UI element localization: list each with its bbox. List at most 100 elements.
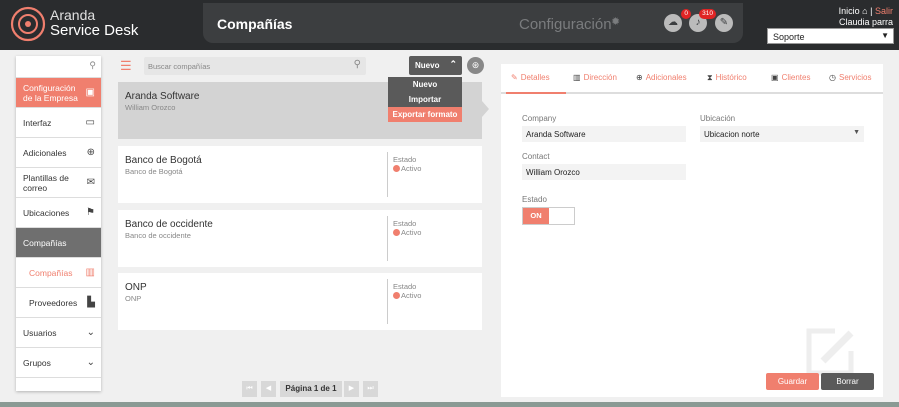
- tab-historico[interactable]: ⧗ Histórico: [707, 73, 747, 83]
- company-contact: Banco de Bogotá: [125, 167, 183, 176]
- user-name: Claudia parra: [838, 17, 893, 27]
- tab-adicionales[interactable]: ⊕ Adicionales: [636, 73, 687, 82]
- sidebar-item-companias[interactable]: Compañías: [16, 228, 101, 258]
- sidebar-subitem-companias[interactable]: Compañías ▥: [16, 258, 101, 288]
- tab-label: Dirección: [583, 73, 617, 82]
- status-dot-icon: [393, 229, 400, 236]
- prev-page-icon[interactable]: ◀: [261, 381, 276, 397]
- status-dot-icon: [393, 165, 400, 172]
- project-select[interactable]: Soporte ▼: [767, 28, 894, 44]
- tab-servicios[interactable]: ◷ Servicios: [829, 73, 871, 82]
- sidebar-item-grupos[interactable]: Grupos ⌄: [16, 348, 101, 378]
- status-text: Activo: [401, 228, 422, 237]
- salir-link[interactable]: Salir: [875, 6, 893, 16]
- cloud-icon[interactable]: ☁ 0: [664, 9, 691, 32]
- sidebar-item-config-empresa[interactable]: Configuración de la Empresa ▣: [16, 78, 101, 108]
- sidebar-item-adicionales[interactable]: Adicionales ⊕: [16, 138, 101, 168]
- new-dropdown-menu: Nuevo Importar Exportar formato: [388, 77, 462, 122]
- sidebar-item-label: Usuarios: [23, 327, 57, 338]
- sidebar-item-interfaz[interactable]: Interfaz ▭: [16, 108, 101, 138]
- dropdown-item-nuevo[interactable]: Nuevo: [388, 77, 462, 92]
- sidebar-item-label: Compañías: [29, 267, 73, 278]
- delete-button[interactable]: Borrar: [821, 373, 874, 390]
- office-building-icon: ▥: [85, 267, 95, 278]
- dropdown-item-exportar[interactable]: Exportar formato: [388, 107, 462, 122]
- globe-icon[interactable]: ⊛: [467, 57, 484, 74]
- new-button[interactable]: Nuevo ⌃: [409, 56, 462, 75]
- chevron-down-icon: ⌄: [86, 357, 95, 368]
- list-item[interactable]: Banco de Bogotá Banco de Bogotá Estado A…: [118, 146, 482, 203]
- tools-icon[interactable]: ✎: [715, 14, 733, 32]
- project-select-value: Soporte: [773, 32, 805, 42]
- bottom-strip: [0, 402, 899, 407]
- ubicacion-select-value: Ubicacion norte: [704, 130, 760, 139]
- hamburger-menu-icon[interactable]: ☰: [120, 58, 132, 74]
- dropdown-item-importar[interactable]: Importar: [388, 92, 462, 107]
- detail-panel: ✎ Detalles ▥ Dirección ⊕ Adicionales ⧗ Histó…: [501, 64, 883, 397]
- company-contact: Banco de occidente: [125, 231, 191, 240]
- gear-icon[interactable]: ✹: [611, 15, 620, 28]
- aranda-logo-icon: [10, 6, 46, 42]
- user-links: Inicio ⌂ | Salir: [839, 6, 893, 16]
- sidebar-subitem-proveedores[interactable]: Proveedores ▙: [16, 288, 101, 318]
- company-name: Banco de occidente: [125, 219, 213, 230]
- separator: |: [870, 6, 873, 16]
- tab-direccion[interactable]: ▥ Dirección: [573, 73, 617, 82]
- estado-toggle[interactable]: ON: [522, 207, 575, 225]
- caret-down-icon: ▼: [853, 129, 860, 136]
- status-text: Activo: [401, 164, 422, 173]
- tab-detalles[interactable]: ✎ Detalles: [511, 73, 550, 82]
- config-link[interactable]: Configuración: [519, 16, 612, 33]
- tab-label: Servicios: [838, 73, 872, 82]
- sidebar-item-label: Configuración de la Empresa: [23, 82, 78, 103]
- save-button[interactable]: Guardar: [766, 373, 819, 390]
- tab-clientes[interactable]: ▣ Clientes: [771, 73, 810, 82]
- sidebar-search[interactable]: ⚲: [16, 56, 101, 78]
- home-icon[interactable]: ⌂: [862, 6, 867, 16]
- hourglass-icon: ⧗: [707, 73, 713, 82]
- sidebar-item-ubicaciones[interactable]: Ubicaciones ⚑: [16, 198, 101, 228]
- estado-label: Estado: [393, 155, 417, 164]
- sidebar-item-label: Interfaz: [23, 117, 52, 128]
- brand-line2: Service Desk: [50, 22, 139, 39]
- ubicacion-label: Ubicación: [700, 114, 736, 123]
- company-label: Company: [522, 114, 557, 123]
- ubicacion-select[interactable]: Ubicacion norte ▼: [700, 126, 864, 142]
- monitor-icon: ▭: [85, 117, 95, 128]
- toggle-on-label: ON: [523, 208, 549, 224]
- plus-circle-icon: ⊕: [636, 73, 643, 82]
- status-dot-icon: [393, 292, 400, 299]
- search-icon[interactable]: ⚲: [89, 60, 96, 71]
- company-name: Aranda Software: [125, 91, 200, 102]
- bell-icon[interactable]: ♪ 310: [689, 9, 716, 32]
- company-search-input[interactable]: Buscar compañías ⚲: [144, 57, 366, 75]
- contact-label: Contact: [522, 152, 550, 161]
- sidebar: ⚲ Configuración de la Empresa ▣ Interfaz…: [16, 56, 101, 391]
- sidebar-item-plantillas[interactable]: Plantillas de correo ✉: [16, 168, 101, 198]
- company-name: ONP: [125, 282, 147, 293]
- sidebar-item-label: Compañías: [23, 237, 67, 248]
- chevron-up-icon: ⌃: [449, 59, 457, 69]
- estado-label: Estado: [393, 219, 417, 228]
- company-field-value: Aranda Software: [526, 130, 586, 139]
- last-page-icon[interactable]: ⏭: [363, 381, 378, 397]
- contact-field-value: William Orozco: [526, 168, 580, 177]
- list-item[interactable]: ONP ONP Estado Activo: [118, 273, 482, 330]
- sidebar-item-label: Adicionales: [23, 147, 67, 158]
- first-page-icon[interactable]: ⏮: [242, 381, 257, 397]
- inicio-link[interactable]: Inicio: [839, 6, 860, 16]
- company-contact: William Orozco: [125, 103, 176, 112]
- list-item[interactable]: Banco de occidente Banco de occidente Es…: [118, 210, 482, 267]
- sidebar-item-usuarios[interactable]: Usuarios ⌄: [16, 318, 101, 348]
- company-field[interactable]: Aranda Software: [522, 126, 686, 142]
- building-gear-icon: ▣: [85, 87, 95, 98]
- page-title: Compañías: [217, 16, 293, 32]
- search-icon[interactable]: ⚲: [354, 59, 361, 70]
- clock-icon: ◷: [829, 73, 836, 82]
- edit-watermark-icon: [806, 328, 854, 376]
- contact-field[interactable]: William Orozco: [522, 164, 686, 180]
- next-page-icon[interactable]: ▶: [344, 381, 359, 397]
- divider: [387, 216, 388, 261]
- divider: [387, 152, 388, 197]
- chevron-down-icon: ⌄: [86, 327, 95, 338]
